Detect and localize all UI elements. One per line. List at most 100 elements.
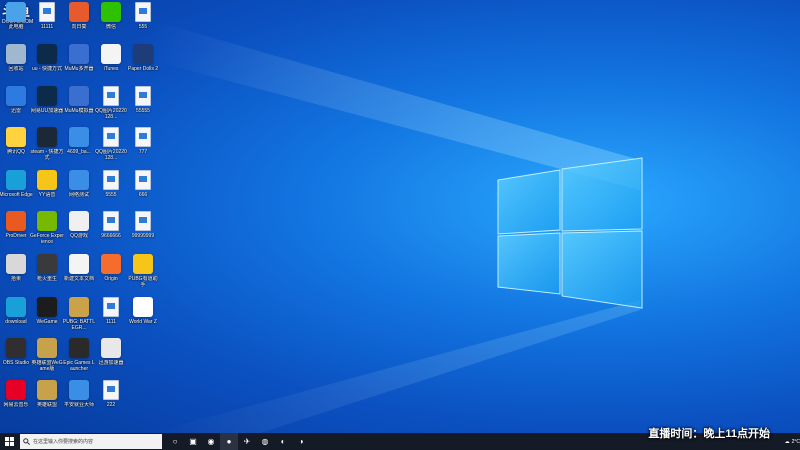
desktop-icon[interactable]: 回收站 [0,44,32,84]
file-icon [135,86,151,106]
desktop-icon-label: OBS Studio [2,360,30,366]
uu-accelerator-icon [37,44,57,64]
desktop-icon[interactable]: QQ图片20220128... [95,127,127,167]
file-icon [103,170,119,190]
taskbar-app-netease-music[interactable]: ◍ [256,433,274,450]
desktop-icon[interactable]: Microsoft Edge [0,170,33,210]
file-icon [135,211,151,231]
desktop-icon[interactable]: 666 [127,170,159,210]
taskbar-pinned-apps: ○ ▣ ◉ ● ✈ ◍ ◐ ◑ [166,433,310,450]
desktop-icon[interactable]: GeForce Experience [30,211,64,251]
desktop-icon[interactable]: iTunes [95,44,127,84]
taskbar-app-edge[interactable]: ◉ [202,433,220,450]
stream-schedule-overlay: 直播时间：晚上11点开始 [648,428,770,440]
search-placeholder: 在这里输入你要搜索的内容 [33,439,94,445]
desktop-icon[interactable]: PUBG: BATTLEGR... [63,297,95,337]
desktop-icon-label: MuMu多开器 [64,66,94,72]
desktop-icon[interactable]: 55555 [127,86,159,126]
desktop-icon[interactable]: 此电脑 [0,2,32,42]
desktop-icon[interactable]: 腾讯QQ [0,127,32,167]
taskbar-app-steam[interactable]: ◐ [274,433,292,450]
taskbar-app-multitask[interactable]: ▣ [184,433,202,450]
browser-icon [69,127,89,147]
desktop-icon[interactable]: 英雄联盟WeGame版 [31,338,63,378]
desktop-icon[interactable]: 英雄联盟 [31,380,63,420]
image-file-icon [103,127,119,147]
windows-start-icon [4,437,14,446]
desktop-icon[interactable]: 新建文本文档 [63,254,95,294]
desktop-icon[interactable]: 777 [127,127,159,167]
desktop-icon[interactable]: PUBG有道助手 [127,254,159,294]
desktop-icon[interactable]: download [0,297,32,337]
mumu-emulator-icon [69,86,89,106]
desktop-icon[interactable]: 5555 [95,170,127,210]
game-icon [37,254,57,274]
desktop-icon[interactable]: QQ图片20220128... [95,86,127,126]
desktop-icon[interactable]: 枪火重生 [31,254,63,294]
desktop-icon-label: 网易UU加速器 [30,108,64,114]
obs-icon [6,338,26,358]
desktop-icon[interactable]: 微信 [95,2,127,42]
taskbar-app-obs[interactable]: ● [220,433,238,450]
desktop-icon[interactable]: WeGame [31,297,63,337]
desktop-icon[interactable]: MuMu多开器 [63,44,95,84]
desktop-icon[interactable]: 222 [95,380,127,420]
origin-icon [101,254,121,274]
paper-dolls-icon [133,44,153,64]
task-view-icon: ○ [172,437,178,446]
desktop-icon[interactable]: uu - 快捷方式 [31,44,63,84]
desktop-icon[interactable]: 迅雷 [0,86,32,126]
desktop-icon[interactable]: YY语音 [31,170,63,210]
taskbar-app-steam-alt[interactable]: ◑ [292,433,310,450]
desktop-icon[interactable]: 网络测试 [63,170,95,210]
desktop-icon-label: 向日葵 [71,24,87,30]
wegame-icon [37,297,57,317]
desktop-icon-label: QQ图片20220128... [95,108,127,120]
desktop-icon[interactable]: steam - 快捷方式 [30,127,64,167]
desktop-icon[interactable]: 11111 [31,2,63,42]
lol-icon [37,338,57,358]
taskbar-search-input[interactable]: 在这里输入你要搜索的内容 [20,434,162,449]
desktop-icon[interactable]: QQ游戏 [63,211,95,251]
desktop-icon-label: 网易云音乐 [3,402,29,408]
weather-icon[interactable]: ☁ [785,439,790,445]
desktop-icon-label: YY语音 [38,192,56,198]
desktop-icon[interactable]: 迅游加速器 [95,338,127,378]
pubg-icon [69,297,89,317]
edge-icon: ◉ [207,437,215,446]
desktop-icon[interactable]: Paper Dolls 2 [127,44,159,84]
mumu-multi-icon [69,44,89,64]
weather-temp[interactable]: 2°C [792,439,800,445]
desktop-icon-label: 枪火重生 [36,276,57,282]
desktop-icon[interactable]: 99999999 [127,211,159,251]
file-icon [135,2,151,22]
desktop-icon-label: 回收站 [8,66,24,72]
taskbar-app-xunlei[interactable]: ✈ [238,433,256,450]
desktop-icon[interactable]: ProDriver [0,211,32,251]
edge-icon [6,297,26,317]
desktop-icon[interactable]: World War Z [127,297,159,337]
desktop-icon-label: 迅雷 [10,108,21,114]
start-button[interactable] [0,433,18,450]
desktop-icon-label: 新建文本文档 [63,276,94,282]
desktop-icon[interactable]: MuMu模拟器 [63,86,95,126]
desktop-icon[interactable]: 网易UU加速器 [31,86,63,126]
xunyou-icon [101,338,121,358]
desktop-icon[interactable]: 1111 [95,297,127,337]
desktop-icon[interactable]: 平安就业大师 [63,380,95,420]
desktop-icon[interactable]: 555 [127,2,159,42]
desktop[interactable]: 斗鱼 DOUYU.COM 此电脑11111向日葵微信555回收站uu - 快捷方… [0,0,800,433]
desktop-icon-label: 此电脑 [8,24,24,30]
desktop-icon-label: Epic Games Launcher [63,360,95,372]
search-icon [23,438,30,445]
desktop-icon[interactable]: Epic Games Launcher [63,338,95,378]
desktop-icon[interactable]: 向日葵 [63,2,95,42]
taskbar-app-task-view[interactable]: ○ [166,433,184,450]
desktop-icon[interactable]: 4699_ba... [63,127,95,167]
desktop-icon[interactable]: 网易云音乐 [0,380,32,420]
image-file-icon [103,86,119,106]
desktop-icon[interactable]: 9666666 [95,211,127,251]
desktop-icon[interactable]: OBS Studio [0,338,32,378]
desktop-icon[interactable]: Origin [95,254,127,294]
desktop-icon[interactable]: 拾果 [0,254,32,294]
